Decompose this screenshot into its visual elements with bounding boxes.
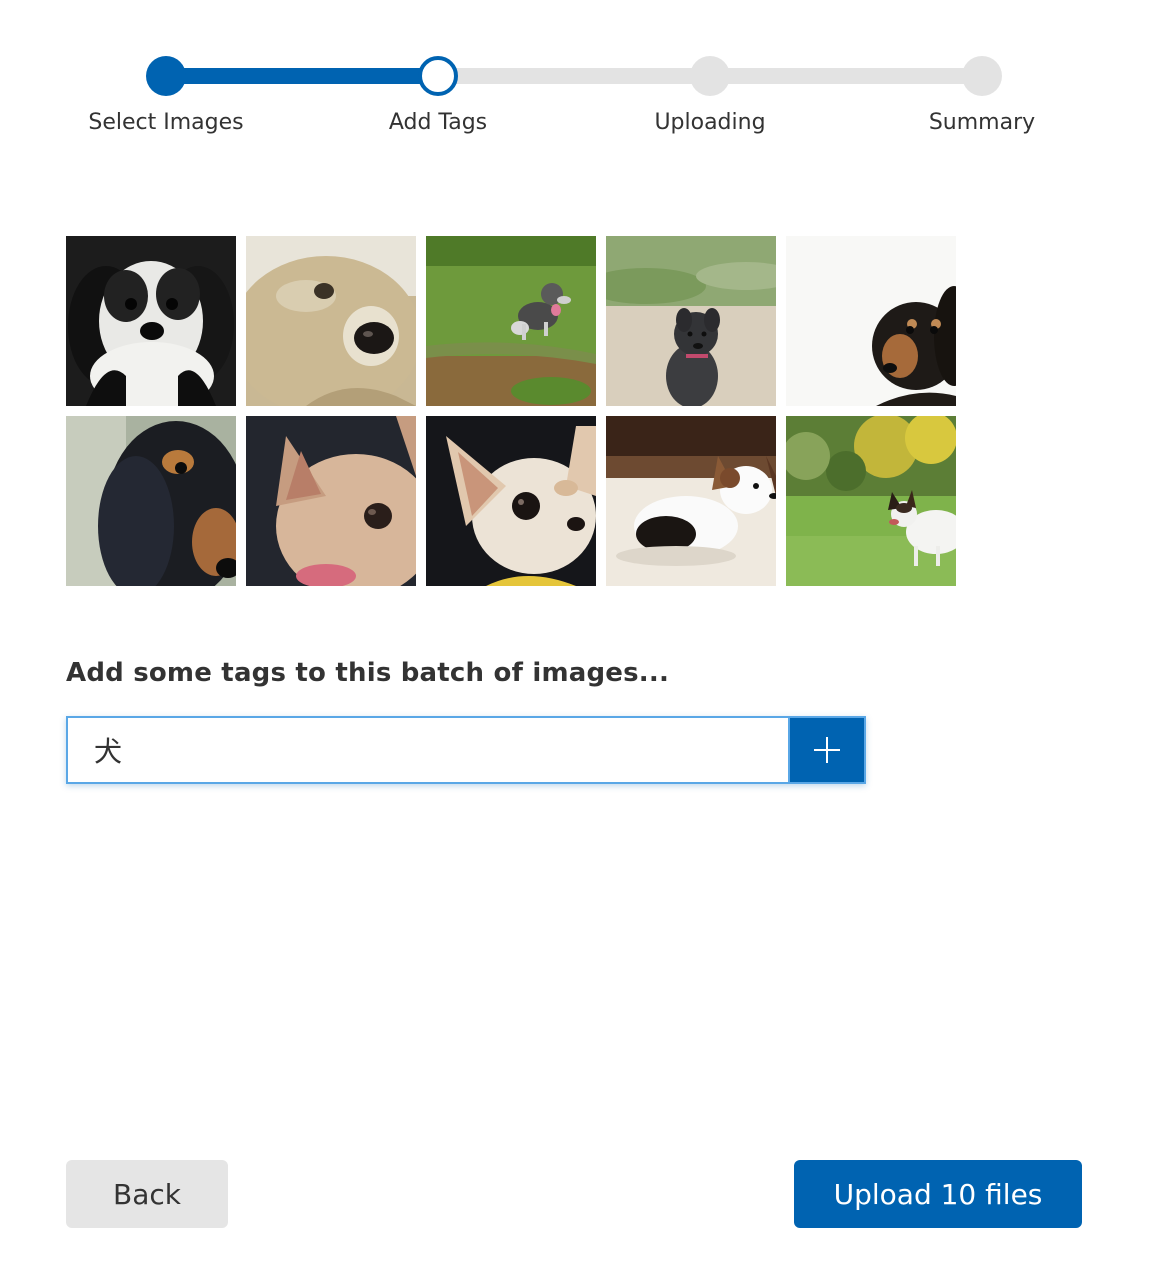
add-tag-button[interactable]	[788, 716, 866, 784]
dog-photo	[786, 236, 956, 406]
tag-entry	[66, 716, 866, 784]
dog-photo	[246, 236, 416, 406]
image-thumbnail[interactable]	[246, 236, 416, 406]
image-thumbnail[interactable]	[606, 416, 776, 586]
step-label-uploading: Uploading	[654, 110, 766, 135]
step-dot-add-tags	[418, 56, 458, 96]
image-thumbnail[interactable]	[426, 416, 596, 586]
dog-photo	[66, 236, 236, 406]
step-dot-uploading	[690, 56, 730, 96]
image-thumbnail[interactable]	[66, 416, 236, 586]
dog-photo	[606, 236, 776, 406]
upload-button[interactable]: Upload 10 files	[794, 1160, 1082, 1228]
image-thumbnail[interactable]	[786, 236, 956, 406]
dog-photo	[606, 416, 776, 586]
dog-photo	[426, 236, 596, 406]
tag-heading: Add some tags to this batch of images...	[66, 658, 670, 688]
progress-stepper: Select Images Add Tags Uploading Summary	[0, 0, 1154, 150]
stepper-track-progress	[166, 68, 438, 84]
step-label-select-images: Select Images	[88, 110, 244, 135]
image-thumbnail[interactable]	[426, 236, 596, 406]
image-grid	[66, 236, 956, 586]
plus-icon	[814, 737, 840, 763]
dog-photo	[426, 416, 596, 586]
step-label-summary: Summary	[928, 110, 1036, 135]
dog-photo	[246, 416, 416, 586]
image-thumbnail[interactable]	[786, 416, 956, 586]
image-thumbnail[interactable]	[246, 416, 416, 586]
back-button[interactable]: Back	[66, 1160, 228, 1228]
dog-photo	[66, 416, 236, 586]
step-dot-select-images	[146, 56, 186, 96]
image-thumbnail[interactable]	[606, 236, 776, 406]
step-dot-summary	[962, 56, 1002, 96]
dog-photo	[786, 416, 956, 586]
step-label-add-tags: Add Tags	[388, 110, 488, 135]
image-thumbnail[interactable]	[66, 236, 236, 406]
tag-input[interactable]	[66, 716, 788, 784]
